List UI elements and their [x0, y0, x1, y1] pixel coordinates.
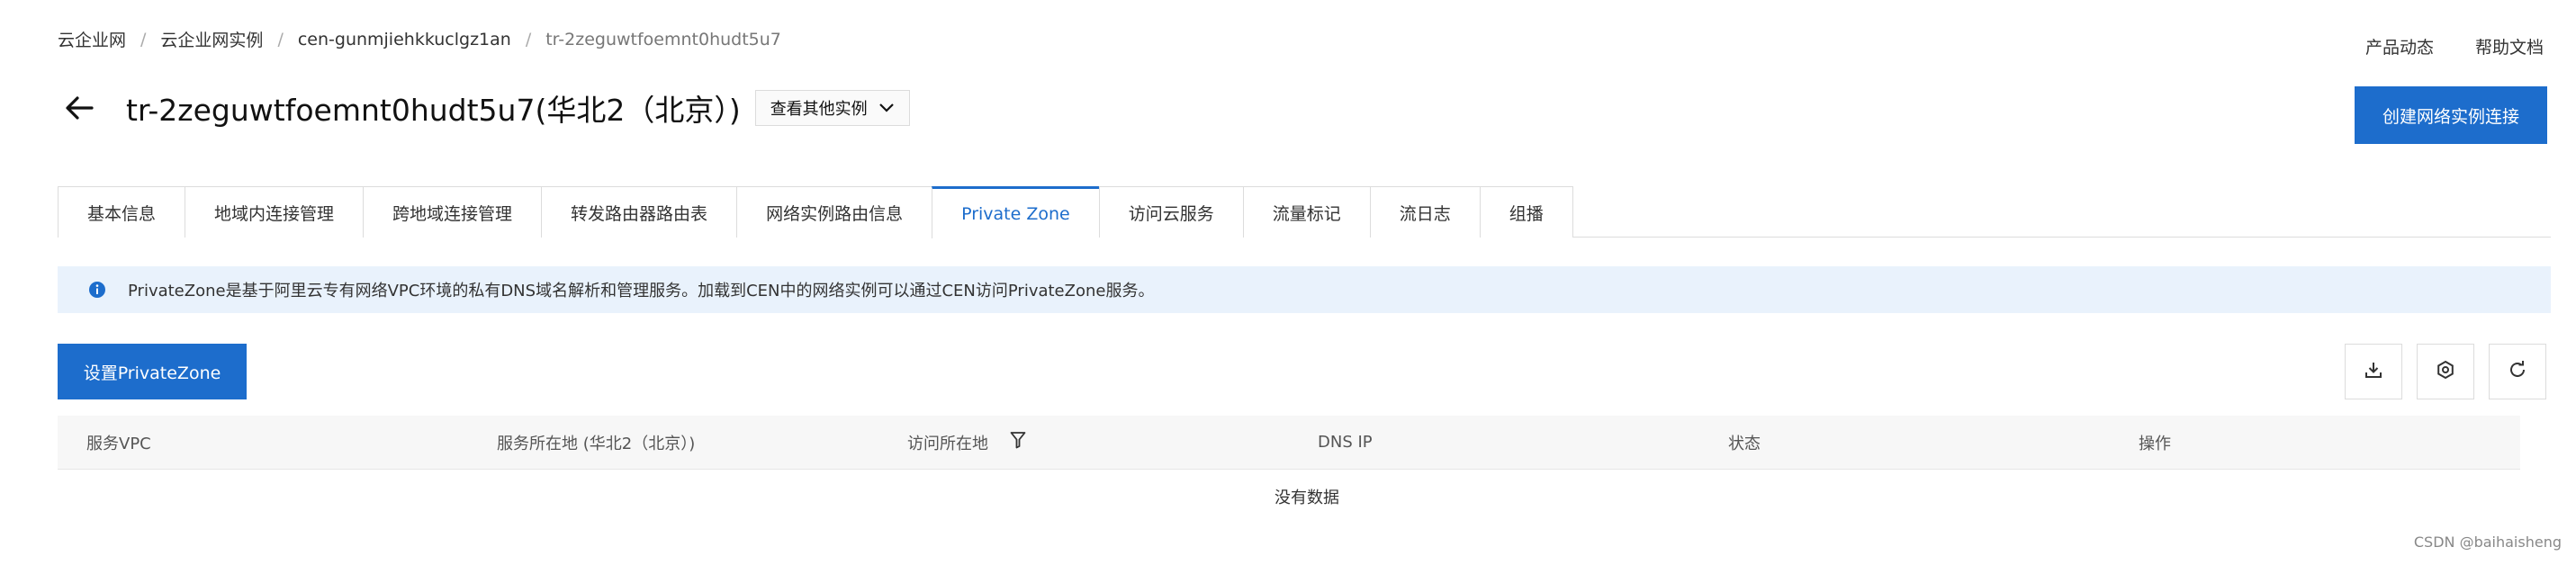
tab-multicast[interactable]: 组播 [1479, 186, 1573, 238]
back-arrow-icon[interactable] [61, 90, 97, 126]
settings-button[interactable] [2417, 344, 2474, 399]
page-title: tr-2zeguwtfoemnt0hudt5u7(华北2（北京）) [126, 93, 741, 128]
create-connection-button[interactable]: 创建网络实例连接 [2355, 86, 2547, 144]
tab-cloud-services[interactable]: 访问云服务 [1098, 186, 1243, 238]
breadcrumb-item-cen-id[interactable]: cen-gunmjiehkkuclgz1an [298, 30, 511, 49]
top-links: 产品动态 帮助文档 [2324, 34, 2544, 58]
refresh-button[interactable] [2489, 344, 2546, 399]
tab-intra-region-connections[interactable]: 地域内连接管理 [185, 186, 364, 238]
chevron-down-icon [878, 99, 895, 118]
tab-flow-logs[interactable]: 流日志 [1369, 186, 1480, 238]
breadcrumb-item-cen[interactable]: 云企业网 [58, 27, 126, 51]
tab-inter-region-connections[interactable]: 跨地域连接管理 [363, 186, 542, 238]
breadcrumb-separator: / [140, 29, 147, 49]
info-alert: PrivateZone是基于阿里云专有网络VPC环境的私有DNS域名解析和管理服… [58, 266, 2551, 313]
breadcrumb-item-cen-instances[interactable]: 云企业网实例 [160, 27, 263, 51]
column-header-dns-ip: DNS IP [1318, 433, 1373, 452]
tab-private-zone[interactable]: Private Zone [932, 186, 1099, 238]
set-private-zone-button[interactable]: 设置PrivateZone [58, 344, 247, 399]
column-header-service-vpc: 服务VPC [86, 434, 151, 453]
column-header-status: 状态 [1728, 434, 1761, 453]
title-row: tr-2zeguwtfoemnt0hudt5u7(华北2（北京）) 查看其他实例 [61, 86, 910, 130]
table-header: 服务VPC 服务所在地 (华北2（北京）) 访问所在地 DNS IP 状态 操作 [58, 416, 2520, 470]
download-icon [2364, 360, 2383, 383]
tab-router-route-tables[interactable]: 转发路由器路由表 [541, 186, 737, 238]
private-zone-table: 服务VPC 服务所在地 (华北2（北京）) 访问所在地 DNS IP 状态 操作… [58, 416, 2520, 524]
breadcrumb: 云企业网 / 云企业网实例 / cen-gunmjiehkkuclgz1an /… [58, 27, 781, 51]
tab-bar: 基本信息 地域内连接管理 跨地域连接管理 转发路由器路由表 网络实例路由信息 P… [58, 186, 2551, 238]
breadcrumb-separator: / [277, 29, 284, 49]
column-header-actions: 操作 [2139, 434, 2171, 453]
help-docs-link[interactable]: 帮助文档 [2475, 34, 2544, 58]
tab-instance-routes[interactable]: 网络实例路由信息 [736, 186, 932, 238]
gear-icon [2436, 360, 2455, 383]
instance-switch-label: 查看其他实例 [770, 100, 868, 119]
breadcrumb-separator: / [525, 29, 532, 49]
filter-icon[interactable] [1010, 431, 1026, 453]
product-news-link[interactable]: 产品动态 [2365, 34, 2434, 58]
column-header-access-region: 访问所在地 [878, 431, 1289, 454]
download-button[interactable] [2345, 344, 2402, 399]
empty-state: 没有数据 [1274, 489, 1339, 507]
column-header-service-region: 服务所在地 (华北2（北京）) [497, 434, 696, 453]
tab-basic-info[interactable]: 基本信息 [58, 186, 185, 238]
alert-text: PrivateZone是基于阿里云专有网络VPC环境的私有DNS域名解析和管理服… [128, 282, 1155, 300]
info-icon [88, 281, 106, 299]
tab-traffic-marking[interactable]: 流量标记 [1242, 186, 1370, 238]
instance-switch-dropdown[interactable]: 查看其他实例 [754, 90, 910, 126]
column-header-access-region-label: 访问所在地 [907, 434, 988, 453]
breadcrumb-item-current: tr-2zeguwtfoemnt0hudt5u7 [545, 29, 781, 49]
watermark: CSDN @baihaisheng [2413, 534, 2562, 551]
refresh-icon [2508, 360, 2527, 383]
